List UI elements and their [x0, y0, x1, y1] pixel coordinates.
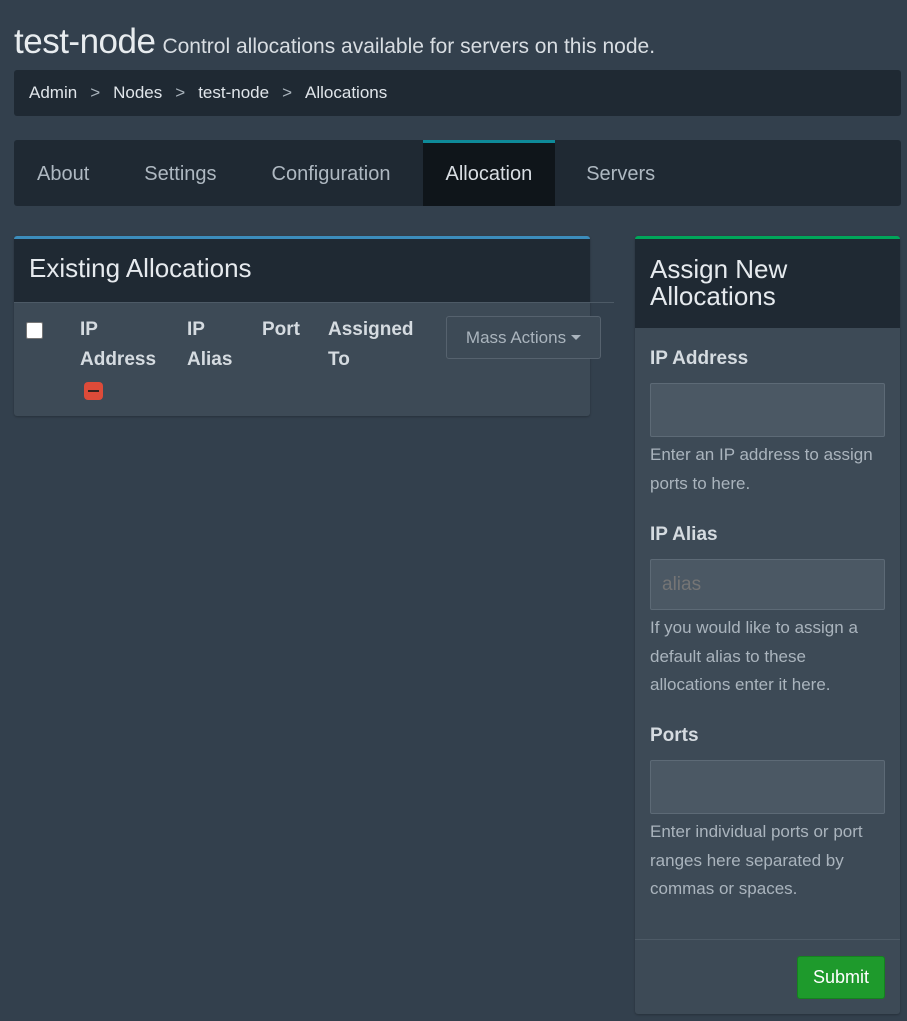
tab-settings[interactable]: Settings: [116, 140, 243, 206]
column-ip-address: IP Address: [80, 315, 156, 375]
tab-configuration[interactable]: Configuration: [244, 140, 423, 206]
column-ip-alias-line1: IP: [187, 319, 205, 340]
ip-alias-input[interactable]: [650, 559, 885, 610]
page-title: test-node: [14, 22, 156, 61]
breadcrumb-separator: >: [175, 83, 186, 102]
breadcrumb-item-allocations: Allocations: [305, 83, 388, 102]
ip-alias-label: IP Alias: [650, 524, 718, 545]
tab-allocation[interactable]: Allocation: [422, 140, 556, 206]
assign-allocations-title: Assign New Allocations: [635, 239, 900, 328]
existing-allocations-box: Existing Allocations IP Address IP Alias…: [14, 236, 614, 416]
footer-divider: [635, 939, 900, 940]
column-assigned-to: Assigned To: [328, 315, 414, 375]
breadcrumb-separator: >: [282, 83, 293, 102]
ip-address-input[interactable]: [650, 383, 885, 437]
header-divider: [14, 302, 614, 303]
ip-address-label: IP Address: [650, 348, 749, 369]
mass-actions-button[interactable]: Mass Actions: [446, 316, 601, 359]
minus-icon[interactable]: [84, 382, 103, 400]
page-header: test-node Control allocations available …: [14, 22, 655, 66]
page-subtitle: Control allocations available for server…: [162, 35, 656, 58]
column-assigned-to-line1: Assigned: [328, 319, 414, 340]
column-ip-address-line1: IP: [80, 319, 98, 340]
ports-help: Enter individual ports or port ranges he…: [650, 822, 863, 898]
ip-alias-help: If you would like to assign a default al…: [650, 618, 858, 694]
ports-input[interactable]: [650, 760, 885, 814]
mass-actions-label: Mass Actions: [465, 327, 567, 347]
column-ip-alias-line2: Alias: [187, 349, 233, 370]
tab-about[interactable]: About: [14, 140, 116, 206]
breadcrumb-item-node[interactable]: test-node: [198, 83, 269, 103]
column-ip-alias: IP Alias: [187, 315, 232, 375]
column-port: Port: [262, 319, 300, 340]
breadcrumb-item-nodes[interactable]: Nodes: [113, 83, 162, 103]
column-ip-address-line2: Address: [80, 349, 157, 370]
column-assigned-to-line2: To: [328, 349, 350, 370]
submit-button[interactable]: Submit: [797, 956, 885, 999]
breadcrumb: Admin > Nodes > test-node > Allocations: [14, 70, 901, 116]
ip-address-help: Enter an IP address to assign ports to h…: [650, 445, 873, 493]
ports-label: Ports: [650, 725, 699, 746]
breadcrumb-separator: >: [90, 83, 101, 102]
node-tabs: About Settings Configuration Allocation …: [14, 140, 901, 206]
select-all-checkbox[interactable]: [26, 322, 43, 339]
existing-allocations-title: Existing Allocations: [14, 239, 590, 302]
tab-servers[interactable]: Servers: [555, 140, 675, 206]
assign-allocations-box: Assign New Allocations IP Address Enter …: [635, 236, 900, 1014]
breadcrumb-item-admin[interactable]: Admin: [29, 83, 77, 103]
caret-down-icon: [571, 335, 582, 340]
